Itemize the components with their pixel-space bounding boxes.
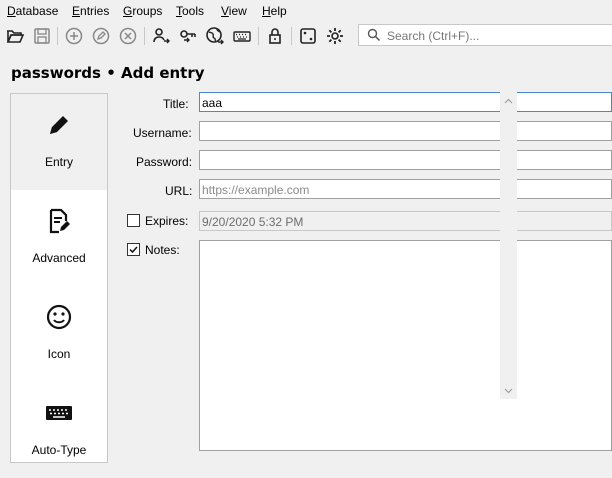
menu-entries[interactable]: Entries <box>72 4 109 18</box>
page-action: Add entry <box>121 64 205 82</box>
search-icon <box>367 28 381 45</box>
toolbar-separator <box>291 27 292 45</box>
notes-textarea[interactable] <box>199 240 612 451</box>
category-icon[interactable]: Icon <box>11 286 107 382</box>
category-list: Entry Advanced Icon Auto-Type <box>10 93 108 463</box>
category-label: Advanced <box>32 251 86 265</box>
expires-label: Expires: <box>145 214 189 228</box>
password-generator-icon[interactable] <box>297 25 319 47</box>
delete-entry-icon[interactable] <box>117 25 139 47</box>
toolbar-separator <box>258 27 259 45</box>
category-label: Entry <box>44 155 73 169</box>
add-entry-icon[interactable] <box>63 25 85 47</box>
toolbar-separator <box>144 27 145 45</box>
notes-label: Notes: <box>145 243 180 257</box>
lock-database-icon[interactable] <box>264 25 286 47</box>
expires-checkbox[interactable] <box>127 214 140 227</box>
expires-datetime-field[interactable]: 9/20/2020 5:32 PM <box>199 211 612 231</box>
scroll-up-icon[interactable] <box>500 92 517 109</box>
toolbar-separator <box>57 27 58 45</box>
title-separator: • <box>106 64 116 82</box>
search-box[interactable]: Search (Ctrl+F)... <box>358 24 612 46</box>
document-edit-icon <box>44 206 74 236</box>
search-input[interactable]: Search (Ctrl+F)... <box>387 29 479 43</box>
scrollbar[interactable] <box>500 92 517 399</box>
menu-help[interactable]: Help <box>262 4 287 18</box>
category-auto-type[interactable]: Auto-Type <box>11 382 107 478</box>
category-label: Auto-Type <box>31 443 87 457</box>
save-database-icon[interactable] <box>31 25 53 47</box>
username-field[interactable] <box>199 121 612 141</box>
url-field[interactable]: https://example.com <box>199 179 612 199</box>
smiley-icon <box>44 302 74 332</box>
menu-tools[interactable]: Tools <box>176 4 204 18</box>
open-url-icon[interactable] <box>204 25 226 47</box>
title-field[interactable]: aaa <box>199 92 612 112</box>
category-advanced[interactable]: Advanced <box>11 190 107 286</box>
open-database-icon[interactable] <box>4 25 26 47</box>
password-label: Password: <box>136 155 193 169</box>
category-entry[interactable]: Entry <box>11 94 107 190</box>
notes-checkbox[interactable] <box>127 243 140 256</box>
database-name: passwords <box>11 64 101 82</box>
scroll-down-icon[interactable] <box>500 382 517 399</box>
menu-groups[interactable]: Groups <box>123 4 162 18</box>
url-placeholder: https://example.com <box>202 183 310 197</box>
page-title: passwords • Add entry <box>11 64 205 82</box>
pencil-icon <box>44 110 74 140</box>
autotype-icon[interactable] <box>231 25 253 47</box>
url-label: URL: <box>165 184 193 198</box>
category-label: Icon <box>47 347 71 361</box>
settings-icon[interactable] <box>324 25 346 47</box>
title-label: Title: <box>163 97 189 111</box>
username-label: Username: <box>133 126 192 140</box>
menu-bar: Database Entries Groups Tools View Help <box>0 0 612 22</box>
keyboard-icon <box>44 398 74 428</box>
menu-view[interactable]: View <box>221 4 247 18</box>
checkmark-icon <box>129 246 138 254</box>
copy-password-icon[interactable] <box>177 25 199 47</box>
menu-database[interactable]: Database <box>7 4 58 18</box>
copy-username-icon[interactable] <box>150 25 172 47</box>
edit-entry-icon[interactable] <box>90 25 112 47</box>
password-field[interactable] <box>199 150 612 170</box>
